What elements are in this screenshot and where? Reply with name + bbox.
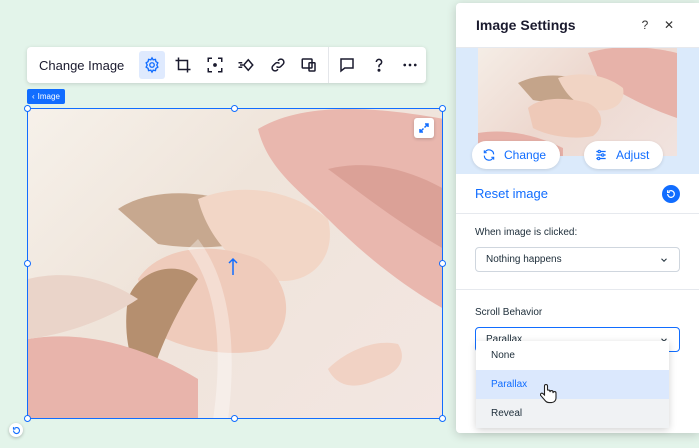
close-button[interactable]: ✕ <box>659 15 679 35</box>
dropdown-option-parallax[interactable]: Parallax <box>476 370 669 399</box>
reset-image-row: Reset image <box>456 174 699 214</box>
dropdown-option-reveal[interactable]: Reveal <box>476 399 669 428</box>
help-button[interactable] <box>366 51 391 79</box>
resize-handle-ml[interactable] <box>24 260 31 267</box>
more-button[interactable] <box>398 51 423 79</box>
element-tag[interactable]: ‹ Image <box>27 89 65 104</box>
expand-button[interactable] <box>414 118 434 138</box>
reset-icon <box>667 189 675 198</box>
link-button[interactable] <box>265 51 290 79</box>
reset-image-button[interactable] <box>662 184 680 203</box>
scroll-behavior-label: Scroll Behavior <box>475 307 543 318</box>
selected-image[interactable] <box>27 108 443 419</box>
click-action-value: Nothing happens <box>486 254 562 265</box>
resize-handle-tc[interactable] <box>231 105 238 112</box>
resize-handle-tr[interactable] <box>439 105 446 112</box>
resize-handle-bl[interactable] <box>24 415 31 422</box>
click-action-section: When image is clicked: Nothing happens <box>456 214 699 272</box>
chevron-left-icon: ‹ <box>32 92 35 101</box>
resize-handle-tl[interactable] <box>24 105 31 112</box>
click-action-select[interactable]: Nothing happens <box>475 247 680 272</box>
chevron-down-icon <box>661 257 667 262</box>
comment-button[interactable] <box>335 51 360 79</box>
rotate-icon <box>12 426 20 434</box>
resize-handle-br[interactable] <box>439 415 446 422</box>
rotate-button[interactable] <box>9 423 23 437</box>
hand-cursor-icon <box>539 383 558 410</box>
expand-icon <box>419 123 429 133</box>
image-preview: Change Adjust <box>456 48 699 174</box>
stretch-icon <box>301 58 316 72</box>
image-toolbar: Change Image <box>27 47 426 83</box>
settings-button[interactable] <box>139 51 165 79</box>
refresh-icon <box>483 149 495 161</box>
dropdown-option-none[interactable]: None <box>476 341 669 370</box>
change-image-button[interactable]: Change <box>472 141 561 169</box>
resize-handle-mr[interactable] <box>439 260 446 267</box>
crop-icon <box>175 57 191 73</box>
focal-point-icon <box>207 57 223 73</box>
sliders-icon <box>596 149 606 161</box>
change-image-button[interactable]: Change Image <box>27 47 136 83</box>
resize-handle-bc[interactable] <box>231 415 238 422</box>
panel-title: Image Settings <box>476 17 576 33</box>
preview-thumbnail <box>478 48 677 156</box>
comment-icon <box>340 58 355 73</box>
click-action-label: When image is clicked: <box>475 227 578 238</box>
animation-button[interactable] <box>234 51 259 79</box>
drag-arrow-icon <box>228 257 238 282</box>
reset-image-link[interactable]: Reset image <box>475 186 662 201</box>
stretch-button[interactable] <box>296 51 321 79</box>
focal-point-button[interactable] <box>202 51 227 79</box>
link-icon <box>271 58 285 72</box>
animation-icon <box>238 58 254 72</box>
change-label: Change <box>504 148 547 162</box>
help-button[interactable]: ? <box>635 15 655 35</box>
adjust-image-button[interactable]: Adjust <box>584 141 664 169</box>
element-tag-label: Image <box>37 92 60 101</box>
help-icon <box>375 58 383 72</box>
panel-header: Image Settings ? ✕ <box>456 3 699 48</box>
more-icon <box>403 63 417 67</box>
adjust-label: Adjust <box>616 148 650 162</box>
toolbar-divider <box>327 47 329 83</box>
scroll-behavior-dropdown: None Parallax Reveal <box>476 341 669 428</box>
gear-icon <box>145 56 159 74</box>
crop-button[interactable] <box>171 51 196 79</box>
